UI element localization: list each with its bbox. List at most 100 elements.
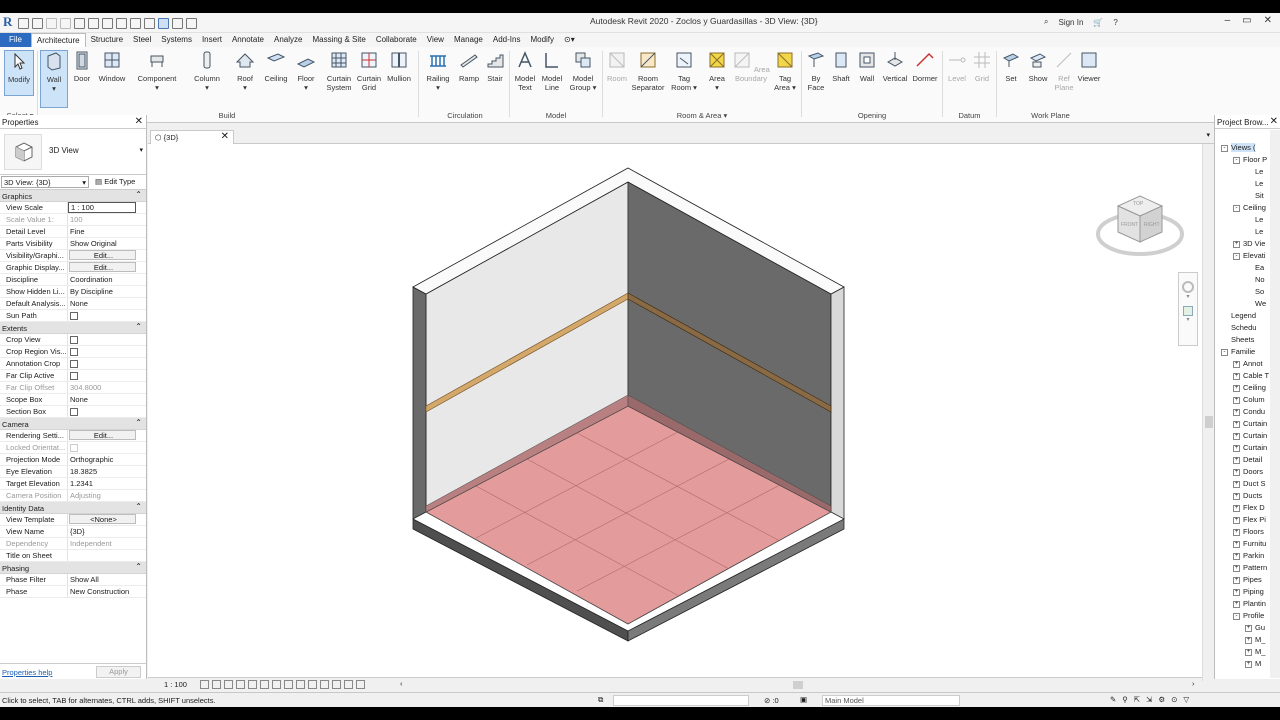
wall-button[interactable]: Wall ▾ (40, 50, 68, 108)
property-value[interactable]: Edit... (69, 250, 136, 260)
model-line-button[interactable]: Model Line (539, 50, 565, 92)
property-value[interactable]: 1 : 100 (68, 202, 136, 213)
property-value[interactable]: {3D} (68, 526, 146, 537)
browser-item[interactable]: + Pipes (1233, 574, 1262, 586)
property-value[interactable]: None (68, 394, 146, 405)
collapse-icon[interactable]: ⌃ (135, 190, 142, 199)
browser-item[interactable]: + Annot (1233, 358, 1263, 370)
expand-node-icon[interactable]: + (1233, 588, 1240, 596)
rendering-icon[interactable] (248, 680, 257, 689)
view-scale-control[interactable]: 1 : 100 (164, 680, 187, 689)
design-option-dropdown[interactable]: Main Model (822, 695, 960, 706)
mullion-button[interactable]: Mullion (384, 50, 414, 83)
tag-room-button[interactable]: Tag Room ▾ (670, 50, 698, 92)
sync-icon[interactable] (144, 17, 155, 29)
property-value[interactable]: Show All (68, 574, 146, 585)
checkbox[interactable] (70, 336, 78, 344)
tab-add-ins[interactable]: Add-Ins (488, 33, 526, 47)
zoom-icon[interactable] (1183, 306, 1193, 316)
browser-item[interactable]: + Floors (1233, 526, 1264, 538)
property-group-header[interactable]: Phasing ⌃ (0, 562, 146, 574)
browser-item[interactable]: + Cable T (1233, 370, 1269, 382)
zoom-menu-icon[interactable]: ▾ (1179, 316, 1197, 323)
railing-button[interactable]: Railing ▾ (423, 50, 453, 92)
checkbox[interactable] (70, 408, 78, 416)
browser-item[interactable]: Le (1245, 178, 1263, 190)
shadows-icon[interactable] (236, 680, 245, 689)
tab-structure[interactable]: Structure (86, 33, 128, 47)
expand-node-icon[interactable]: + (1233, 420, 1240, 428)
tab-steel[interactable]: Steel (128, 33, 156, 47)
expand-node-icon[interactable]: + (1233, 540, 1240, 548)
ribbon-toggle-icon[interactable]: ⊙▾ (559, 33, 580, 47)
expand-node-icon[interactable]: + (1233, 396, 1240, 404)
property-group-header[interactable]: Graphics ⌃ (0, 190, 146, 202)
browser-item[interactable]: Ea (1245, 262, 1264, 274)
workset-dropdown[interactable] (613, 695, 749, 706)
expand-node-icon[interactable]: + (1233, 240, 1240, 248)
tab-massing-site[interactable]: Massing & Site (307, 33, 370, 47)
stair-button[interactable]: Stair (483, 50, 507, 83)
properties-help-link[interactable]: Properties help (2, 668, 52, 677)
browser-item[interactable]: + Duct S (1233, 478, 1266, 490)
property-value[interactable]: New Construction (68, 586, 146, 597)
crop-region-icon[interactable] (272, 680, 281, 689)
browser-item[interactable]: + Curtain (1233, 430, 1267, 442)
wall-opening-button[interactable]: Wall (855, 50, 879, 83)
browser-item[interactable]: - Views ( (1221, 142, 1256, 154)
tab-view[interactable]: View (422, 33, 449, 47)
dormer-button[interactable]: Dormer (910, 50, 940, 83)
expand-node-icon[interactable]: + (1233, 600, 1240, 608)
apply-button[interactable]: Apply (96, 666, 141, 678)
collapse-icon[interactable]: ⌃ (135, 562, 142, 571)
area-button[interactable]: Area ▾ (704, 50, 730, 92)
scroll-right-icon[interactable]: › (1192, 679, 1195, 688)
property-value[interactable]: None (68, 298, 146, 309)
type-selector[interactable]: 3D View ▾ (0, 129, 146, 175)
room-area-panel-label[interactable]: Room & Area ▾ (604, 111, 800, 120)
checkbox[interactable] (70, 348, 78, 356)
visual-style-icon[interactable] (212, 680, 221, 689)
close-hidden-icon[interactable] (172, 17, 183, 29)
undo-icon[interactable] (46, 17, 57, 29)
property-value[interactable]: <None> (69, 514, 136, 524)
property-value[interactable]: Coordination (68, 274, 146, 285)
expand-node-icon[interactable]: + (1233, 360, 1240, 368)
tab-insert[interactable]: Insert (197, 33, 227, 47)
modify-button[interactable]: Modify (4, 50, 34, 96)
level-button[interactable]: Level (945, 50, 969, 83)
browser-item[interactable]: - Ceiling (1233, 202, 1266, 214)
sun-path-icon[interactable] (224, 680, 233, 689)
reveal-hidden-icon[interactable] (308, 680, 317, 689)
close-view-tab-icon[interactable]: ✕ (221, 131, 229, 142)
browser-item[interactable]: + Curtain (1233, 442, 1267, 454)
model-text-button[interactable]: Model Text (512, 50, 538, 92)
switch-windows-icon[interactable] (186, 17, 197, 29)
browser-item[interactable]: Le (1245, 214, 1263, 226)
tab-file[interactable]: File (0, 33, 31, 47)
viewcube-right-label[interactable]: RIGHT (1144, 222, 1160, 228)
expand-node-icon[interactable]: + (1233, 576, 1240, 584)
area-boundary-button[interactable]: Area Boundary (732, 50, 770, 83)
analytical-model-icon[interactable] (332, 680, 341, 689)
search-icon[interactable]: ⌕ (1044, 17, 1048, 27)
measure-icon[interactable] (88, 17, 99, 29)
browser-item[interactable]: - Elevati (1233, 250, 1266, 262)
floor-button[interactable]: Floor ▾ (294, 50, 318, 92)
design-options-icon[interactable]: ▣ (800, 695, 807, 704)
expand-node-icon[interactable]: + (1245, 648, 1252, 656)
tab-collaborate[interactable]: Collaborate (371, 33, 422, 47)
browser-item[interactable]: + Furnitu (1233, 538, 1266, 550)
collapse-icon[interactable]: ⌃ (135, 502, 142, 511)
browser-item[interactable]: + Piping (1233, 586, 1264, 598)
sign-in-link[interactable]: Sign In (1058, 18, 1083, 27)
steering-wheel-icon[interactable] (1182, 281, 1194, 293)
by-face-button[interactable]: By Face (804, 50, 828, 92)
collapse-icon[interactable]: ⌃ (135, 418, 142, 427)
viewcube-front-label[interactable]: FRONT (1121, 222, 1138, 228)
grid-button[interactable]: Grid (970, 50, 994, 83)
property-value[interactable]: 1.2341 (68, 478, 146, 489)
property-value[interactable]: By Discipline (68, 286, 146, 297)
scroll-thumb[interactable] (1205, 416, 1213, 428)
tab-list-icon[interactable]: ▾ (1206, 131, 1210, 139)
